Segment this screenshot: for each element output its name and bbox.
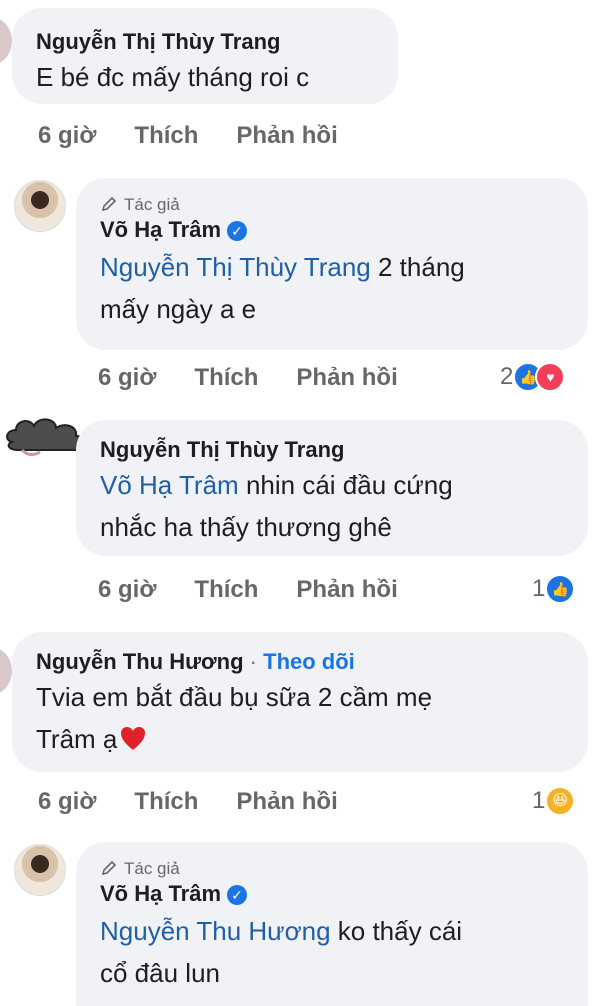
comment-text-line: nhắc ha thấy thương ghê <box>100 512 392 542</box>
comment-bubble: Tác giả Võ Hạ Trâm ✓ Nguyễn Thu Hương ko … <box>76 842 588 1006</box>
reply-button[interactable]: Phản hồi <box>296 576 397 604</box>
like-icon: 👍 <box>545 574 576 604</box>
reply-button[interactable]: Phản hồi <box>236 122 337 150</box>
author-tag-label: Tác giả <box>124 195 180 214</box>
pencil-icon <box>101 860 117 876</box>
comment-actions: 6 giờ Thích Phản hồi <box>98 576 436 604</box>
avatar-partial[interactable] <box>0 648 12 694</box>
commenter-name-text[interactable]: Võ Hạ Trâm <box>100 217 221 242</box>
comment-text-part: ko thấy cái <box>330 916 463 946</box>
love-icon: ♥ <box>535 362 566 392</box>
commenter-header: Nguyễn Thu Hương · Theo dõi <box>36 648 564 676</box>
comment-text-line: Trâm ạ <box>36 724 118 754</box>
commenter-name[interactable]: Nguyễn Thu Hương <box>36 649 244 674</box>
avatar[interactable] <box>14 844 66 896</box>
author-tag: Tác giả <box>100 858 564 880</box>
comment-bubble: Tác giả Võ Hạ Trâm ✓ Nguyễn Thị Thùy Tran… <box>76 178 588 350</box>
reaction-count: 1 <box>532 787 546 814</box>
mention-link[interactable]: Nguyễn Thu Hương <box>100 916 331 946</box>
comment-time[interactable]: 6 giờ <box>98 576 156 604</box>
separator: · <box>243 649 264 674</box>
reaction-count: 1 <box>532 575 546 602</box>
comment-time[interactable]: 6 giờ <box>98 364 156 392</box>
heart-emoji-icon <box>121 727 146 750</box>
mention-link[interactable]: Nguyễn Thị Thùy Trang <box>100 252 371 282</box>
comment-bubble: Nguyễn Thị Thùy Trang E bé đc mấy tháng … <box>12 8 398 104</box>
comment-time[interactable]: 6 giờ <box>38 122 96 150</box>
author-tag-label: Tác giả <box>124 859 180 878</box>
reaction-count: 2 <box>500 363 514 390</box>
pencil-icon <box>101 196 117 212</box>
comment-actions: 6 giờ Thích Phản hồi <box>98 364 436 392</box>
like-button[interactable]: Thích <box>194 364 258 392</box>
comment-text-part: 2 tháng <box>370 252 465 282</box>
comment-text: Nguyễn Thị Thùy Trang 2 tháng mấy ngày a… <box>100 246 564 330</box>
comment-time[interactable]: 6 giờ <box>38 788 96 816</box>
like-button[interactable]: Thích <box>134 788 198 816</box>
like-button[interactable]: Thích <box>194 576 258 604</box>
avatar[interactable] <box>14 180 66 232</box>
author-tag: Tác giả <box>100 194 564 216</box>
verified-badge-icon: ✓ <box>227 221 248 242</box>
commenter-name: Võ Hạ Trâm ✓ <box>100 880 564 908</box>
comment-text: Tvia em bắt đầu bụ sữa 2 cầm mẹ Trâm ạ <box>36 676 564 760</box>
commenter-name: Võ Hạ Trâm ✓ <box>100 216 564 244</box>
comment-actions: 6 giờ Thích Phản hồi <box>38 788 376 816</box>
haha-icon: 😆 <box>545 786 576 816</box>
mention-link[interactable]: Võ Hạ Trâm <box>100 470 239 500</box>
reply-button[interactable]: Phản hồi <box>236 788 337 816</box>
comment-text: E bé đc mấy tháng roi c <box>36 62 310 92</box>
comment-text: Nguyễn Thu Hương ko thấy cái cổ đâu lun <box>100 910 564 994</box>
commenter-name[interactable]: Nguyễn Thị Thùy Trang <box>36 28 374 56</box>
comment-actions: 6 giờ Thích Phản hồi <box>38 122 376 150</box>
comment-text-line: cổ đâu lun <box>100 958 220 988</box>
verified-badge-icon: ✓ <box>227 885 248 906</box>
reaction-summary[interactable]: 1 👍 <box>532 574 576 604</box>
commenter-name-text[interactable]: Võ Hạ Trâm <box>100 881 221 906</box>
comment-bubble: Nguyễn Thu Hương · Theo dõi Tvia em bắt … <box>12 632 588 772</box>
comment-text-part: nhin cái đầu cứng <box>238 470 453 500</box>
comment-text-line: Tvia em bắt đầu bụ sữa 2 cầm mẹ <box>36 682 433 712</box>
reply-button[interactable]: Phản hồi <box>296 364 397 392</box>
comment-text-line: mấy ngày a e <box>100 294 257 324</box>
comment-bubble: Nguyễn Thị Thùy Trang Võ Hạ Trâm nhin cá… <box>76 420 588 556</box>
reaction-summary[interactable]: 1 😆 <box>532 786 576 816</box>
commenter-name[interactable]: Nguyễn Thị Thùy Trang <box>100 436 564 464</box>
comment-text: Võ Hạ Trâm nhin cái đầu cứng nhắc ha thấ… <box>100 464 564 548</box>
avatar-partial[interactable] <box>0 18 12 64</box>
like-button[interactable]: Thích <box>134 122 198 150</box>
follow-button[interactable]: Theo dõi <box>263 649 355 674</box>
reaction-summary[interactable]: 2 👍 ♥ <box>500 362 566 392</box>
